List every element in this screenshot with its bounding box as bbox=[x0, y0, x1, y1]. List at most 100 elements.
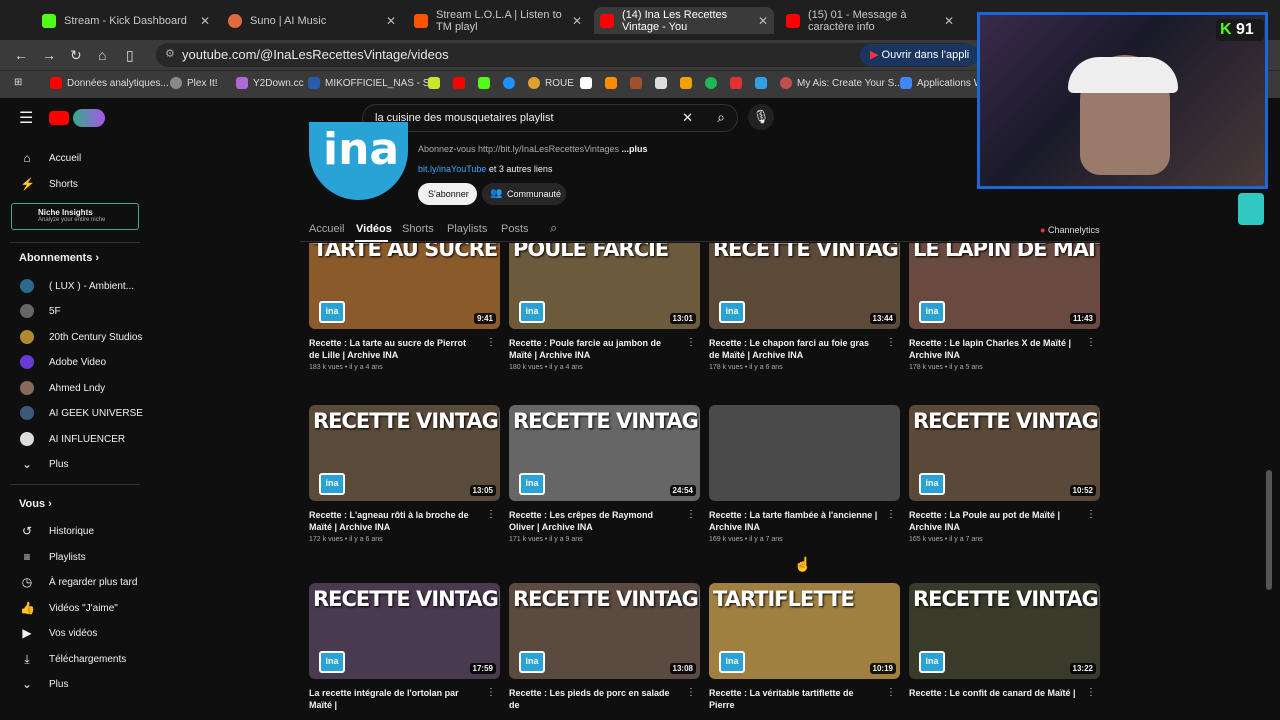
video-card[interactable]: RECETTE VINTAGE ina 13:44 Recette : Le chap… bbox=[709, 243, 900, 371]
video-thumbnail[interactable]: RECETTE VINTAGE ina 24:54 bbox=[509, 405, 700, 501]
close-icon[interactable]: ✕ bbox=[944, 14, 954, 28]
tab-youtube-message[interactable]: (15) 01 - Message à caractère info ✕ bbox=[780, 7, 960, 34]
video-title[interactable]: Recette : Les crêpes de Raymond Oliver |… bbox=[509, 509, 679, 533]
more-actions-icon[interactable]: ⋮ bbox=[486, 687, 496, 698]
more-actions-icon[interactable]: ⋮ bbox=[686, 509, 696, 520]
video-card[interactable]: TARTE AU SUCRE ina 9:41 Recette : La tarte … bbox=[309, 243, 500, 371]
bookmark-icon-1[interactable] bbox=[428, 77, 445, 89]
tab-playlists[interactable]: Playlists bbox=[447, 223, 487, 235]
sidebar-sub-adobe[interactable]: Adobe Video bbox=[20, 355, 106, 369]
tab-suno[interactable]: Suno | AI Music ✕ bbox=[222, 7, 402, 34]
more-actions-icon[interactable]: ⋮ bbox=[686, 687, 696, 698]
video-card[interactable]: RECETTE VINTAGE ina 13:22 Recette : Le conf… bbox=[909, 583, 1100, 702]
search-input[interactable]: la cuisine des mousquetaires playlist ✕ ⌕ bbox=[362, 104, 738, 132]
bookmark-icon-6[interactable] bbox=[605, 77, 622, 89]
video-thumbnail[interactable]: TARTIFLETTE ina 10:19 bbox=[709, 583, 900, 679]
more-actions-icon[interactable]: ⋮ bbox=[686, 337, 696, 348]
bookmark-plex[interactable]: Plex It! bbox=[170, 77, 218, 89]
video-title[interactable]: Recette : La véritable tartiflette de Pi… bbox=[709, 687, 879, 711]
bookmark-icon-7[interactable] bbox=[630, 77, 647, 89]
bookmark-y2down[interactable]: Y2Down.cc bbox=[236, 77, 304, 89]
search-icon[interactable]: ⌕ bbox=[717, 109, 725, 126]
video-title[interactable]: Recette : La tarte au sucre de Pierrot d… bbox=[309, 337, 479, 361]
bookmark-icon-5[interactable] bbox=[580, 77, 597, 89]
video-thumbnail[interactable]: RECETTE VINTAGE ina 13:44 bbox=[709, 243, 900, 329]
video-thumbnail[interactable]: RECETTE VINTAGE ina 17:59 bbox=[309, 583, 500, 679]
bookmark-icon-4[interactable] bbox=[503, 77, 520, 89]
video-card[interactable]: RECETTE VINTAGE ina 13:08 Recette : Les pie… bbox=[509, 583, 700, 714]
sidebar-sub-aigeek[interactable]: AI GEEK UNIVERSE bbox=[20, 406, 143, 420]
sidebar-sub-aiinfluencer[interactable]: AI INFLUENCER bbox=[20, 432, 125, 446]
scrollbar[interactable] bbox=[1266, 470, 1272, 590]
sidebar-more-you[interactable]: ⌄ Plus bbox=[20, 677, 68, 691]
bookmark-icon-2[interactable] bbox=[453, 77, 470, 89]
video-thumbnail[interactable]: RECETTE VINTAGE ina 10:52 bbox=[909, 405, 1100, 501]
forward-icon[interactable]: → bbox=[42, 47, 56, 63]
tab-soundcloud[interactable]: Stream L.O.L.A | Listen to TM playl ✕ bbox=[408, 7, 588, 34]
channel-link[interactable]: bit.ly/inaYouTube bbox=[418, 164, 486, 174]
bookmark-icon-8[interactable] bbox=[655, 77, 672, 89]
clear-search-icon[interactable]: ✕ bbox=[682, 110, 693, 126]
video-thumbnail[interactable]: RECETTE VINTAGE ina 13:22 bbox=[909, 583, 1100, 679]
video-thumbnail[interactable]: POULE FARCIE ina 13:01 bbox=[509, 243, 700, 329]
sidebar-sub-lux[interactable]: ( LUX ) - Ambient... bbox=[20, 279, 134, 293]
sidebar-sub-ahmed[interactable]: Ahmed Lndy bbox=[20, 381, 105, 395]
tab-youtube-ina[interactable]: (14) Ina Les Recettes Vintage - You ✕ bbox=[594, 7, 774, 34]
video-thumbnail[interactable] bbox=[709, 405, 900, 501]
more-actions-icon[interactable]: ⋮ bbox=[886, 687, 896, 698]
sidebar-item-playlists[interactable]: ≡ Playlists bbox=[20, 550, 85, 564]
more-actions-icon[interactable]: ⋮ bbox=[886, 509, 896, 520]
close-icon[interactable]: ✕ bbox=[200, 14, 210, 28]
you-heading[interactable]: Vous › bbox=[19, 498, 52, 510]
channelytics-button[interactable]: ● Channelytics bbox=[1040, 225, 1099, 235]
back-icon[interactable]: ← bbox=[14, 47, 28, 63]
tab-shorts[interactable]: Shorts bbox=[402, 223, 434, 235]
tab-kick[interactable]: Stream - Kick Dashboard ✕ bbox=[36, 7, 216, 34]
video-card[interactable]: LE LAPIN DE MAÏTÉ ina 11:43 Recette : Le la… bbox=[909, 243, 1100, 371]
apps-grid-icon[interactable]: ⊞ bbox=[14, 77, 22, 88]
sidebar-item-watch-later[interactable]: ◷ À regarder plus tard bbox=[20, 575, 138, 589]
subscriptions-heading[interactable]: Abonnements › bbox=[19, 252, 99, 264]
sidebar-item-history[interactable]: ↺ Historique bbox=[20, 524, 94, 538]
sidebar-sub-5f[interactable]: 5F bbox=[20, 304, 61, 318]
home-icon[interactable]: ⌂ bbox=[98, 47, 106, 63]
video-title[interactable]: La recette intégrale de l'ortolan par Ma… bbox=[309, 687, 479, 711]
video-thumbnail[interactable]: TARTE AU SUCRE ina 9:41 bbox=[309, 243, 500, 329]
video-title[interactable]: Recette : La Poule au pot de Maïté | Arc… bbox=[909, 509, 1079, 533]
split-view-icon[interactable]: ▯ bbox=[126, 47, 134, 64]
bookmark-icon-12[interactable] bbox=[755, 77, 772, 89]
video-title[interactable]: Recette : Poule farcie au jambon de Maït… bbox=[509, 337, 679, 361]
video-title[interactable]: Recette : Les pieds de porc en salade de bbox=[509, 687, 679, 711]
bookmark-icon-11[interactable] bbox=[730, 77, 747, 89]
bookmark-analytics[interactable]: Données analytiques... bbox=[50, 77, 169, 89]
reload-icon[interactable]: ↻ bbox=[70, 47, 82, 64]
video-card[interactable]: Recette : La tarte flambée à l'ancienne … bbox=[709, 405, 900, 543]
sidebar-item-liked[interactable]: 👍 Vidéos "J'aime" bbox=[20, 601, 118, 615]
channel-description[interactable]: Abonnez-vous http://bit.ly/InaLesRecette… bbox=[418, 144, 648, 154]
tab-videos[interactable]: Vidéos bbox=[356, 223, 392, 235]
youtube-logo-icon[interactable] bbox=[49, 111, 69, 125]
close-icon[interactable]: ✕ bbox=[386, 14, 396, 28]
video-title[interactable]: Recette : Le confit de canard de Maïté | bbox=[909, 687, 1079, 699]
sidebar-item-your-videos[interactable]: ▶ Vos vidéos bbox=[20, 626, 97, 640]
tab-posts[interactable]: Posts bbox=[501, 223, 529, 235]
sidebar-item-accueil[interactable]: ⌂ Accueil bbox=[20, 151, 81, 165]
sidebar-item-downloads[interactable]: ⤓ Téléchargements bbox=[20, 652, 126, 667]
bookmark-applications[interactable]: Applications We bbox=[900, 77, 989, 89]
video-title[interactable]: Recette : La tarte flambée à l'ancienne … bbox=[709, 509, 879, 533]
video-thumbnail[interactable]: LE LAPIN DE MAÏTÉ ina 11:43 bbox=[909, 243, 1100, 329]
address-bar[interactable]: ⚙ youtube.com/@InaLesRecettesVintage/vide… bbox=[156, 43, 976, 67]
video-thumbnail[interactable]: RECETTE VINTAGE ina 13:08 bbox=[509, 583, 700, 679]
video-card[interactable]: RECETTE VINTAGE ina 13:05 Recette : L'agnea… bbox=[309, 405, 500, 543]
more-actions-icon[interactable]: ⋮ bbox=[486, 337, 496, 348]
more-actions-icon[interactable]: ⋮ bbox=[486, 509, 496, 520]
bookmark-icon-10[interactable] bbox=[705, 77, 722, 89]
video-card[interactable]: RECETTE VINTAGE ina 10:52 Recette : La Poul… bbox=[909, 405, 1100, 543]
more-actions-icon[interactable]: ⋮ bbox=[1086, 337, 1096, 348]
search-icon[interactable]: ⌕ bbox=[550, 220, 557, 236]
sidebar-more-subs[interactable]: ⌄ Plus bbox=[20, 457, 68, 471]
tab-accueil[interactable]: Accueil bbox=[309, 223, 344, 235]
video-card[interactable]: RECETTE VINTAGE ina 17:59 La recette intégr… bbox=[309, 583, 500, 714]
more-actions-icon[interactable]: ⋮ bbox=[1086, 509, 1096, 520]
open-app-button[interactable]: ▶ Ouvrir dans l'appli bbox=[860, 44, 980, 66]
